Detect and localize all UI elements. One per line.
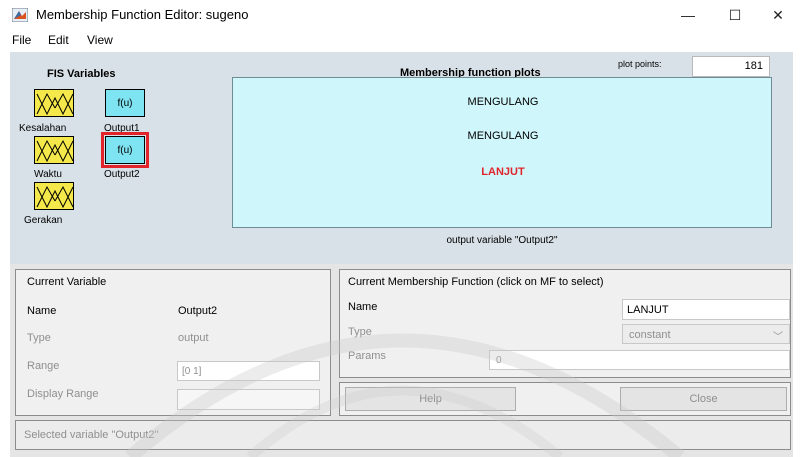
fis-variables-heading: FIS Variables <box>47 68 116 80</box>
mf-params-input[interactable]: 0 <box>489 350 790 370</box>
minimize-button[interactable]: — <box>665 0 711 30</box>
maximize-button[interactable]: ☐ <box>712 0 758 30</box>
variable-name-label: Name <box>27 305 57 317</box>
plot-caption: output variable "Output2" <box>446 235 558 246</box>
current-mf-heading: Current Membership Function (click on MF… <box>348 276 604 288</box>
mf-type-value: constant <box>629 329 671 341</box>
output-variable-output2[interactable]: f(u) <box>101 132 149 168</box>
mf-type-select[interactable]: constant ﹀ <box>622 324 790 344</box>
mf-label-selected[interactable]: LANJUT <box>233 166 773 178</box>
variable-name-value: Output2 <box>178 305 218 317</box>
membership-shape-icon <box>36 92 74 116</box>
mf-label[interactable]: MENGULANG <box>233 130 773 142</box>
menu-edit[interactable]: Edit <box>48 33 69 47</box>
input-label-waktu: Waktu <box>34 169 62 180</box>
input-variable-waktu[interactable] <box>34 136 74 164</box>
input-variable-gerakan[interactable] <box>34 182 74 210</box>
mf-type-label: Type <box>348 326 372 338</box>
input-variable-kesalahan[interactable] <box>34 89 74 117</box>
menu-bar <box>0 30 801 52</box>
output-label-output2: Output2 <box>104 169 140 180</box>
mf-name-label: Name <box>348 301 378 313</box>
input-label-gerakan: Gerakan <box>24 215 63 226</box>
display-range-label: Display Range <box>27 388 99 400</box>
function-glyph: f(u) <box>117 97 133 109</box>
mf-label[interactable]: MENGULANG <box>233 96 773 108</box>
display-range-input[interactable] <box>177 389 320 410</box>
current-variable-heading: Current Variable <box>27 276 107 288</box>
variable-range-label: Range <box>27 360 60 372</box>
variable-type-value: output <box>178 332 209 344</box>
plot-points-label: plot points: <box>618 59 662 69</box>
mf-params-label: Params <box>348 350 386 362</box>
chevron-down-icon: ﹀ <box>773 332 783 343</box>
help-button[interactable]: Help <box>345 387 516 411</box>
output-variable-output1[interactable]: f(u) <box>105 89 145 117</box>
close-window-button[interactable]: ✕ <box>755 0 801 30</box>
function-glyph: f(u) <box>117 144 133 156</box>
menu-view[interactable]: View <box>87 33 113 47</box>
close-button[interactable]: Close <box>620 387 787 411</box>
status-text: Selected variable "Output2" <box>24 429 159 441</box>
matlab-logo-icon <box>12 8 28 22</box>
window-title: Membership Function Editor: sugeno <box>36 7 249 22</box>
variable-type-label: Type <box>27 332 51 344</box>
membership-plot-area[interactable]: MENGULANG MENGULANG LANJUT <box>232 77 772 228</box>
mf-name-input[interactable]: LANJUT <box>622 299 790 320</box>
membership-shape-icon <box>36 185 74 209</box>
range-input[interactable]: [0 1] <box>177 361 320 381</box>
plot-points-input[interactable]: 181 <box>692 56 770 77</box>
menu-file[interactable]: File <box>12 33 31 47</box>
membership-shape-icon <box>36 139 74 163</box>
output-label-output1: Output1 <box>104 123 140 134</box>
input-label-kesalahan: Kesalahan <box>19 123 67 134</box>
